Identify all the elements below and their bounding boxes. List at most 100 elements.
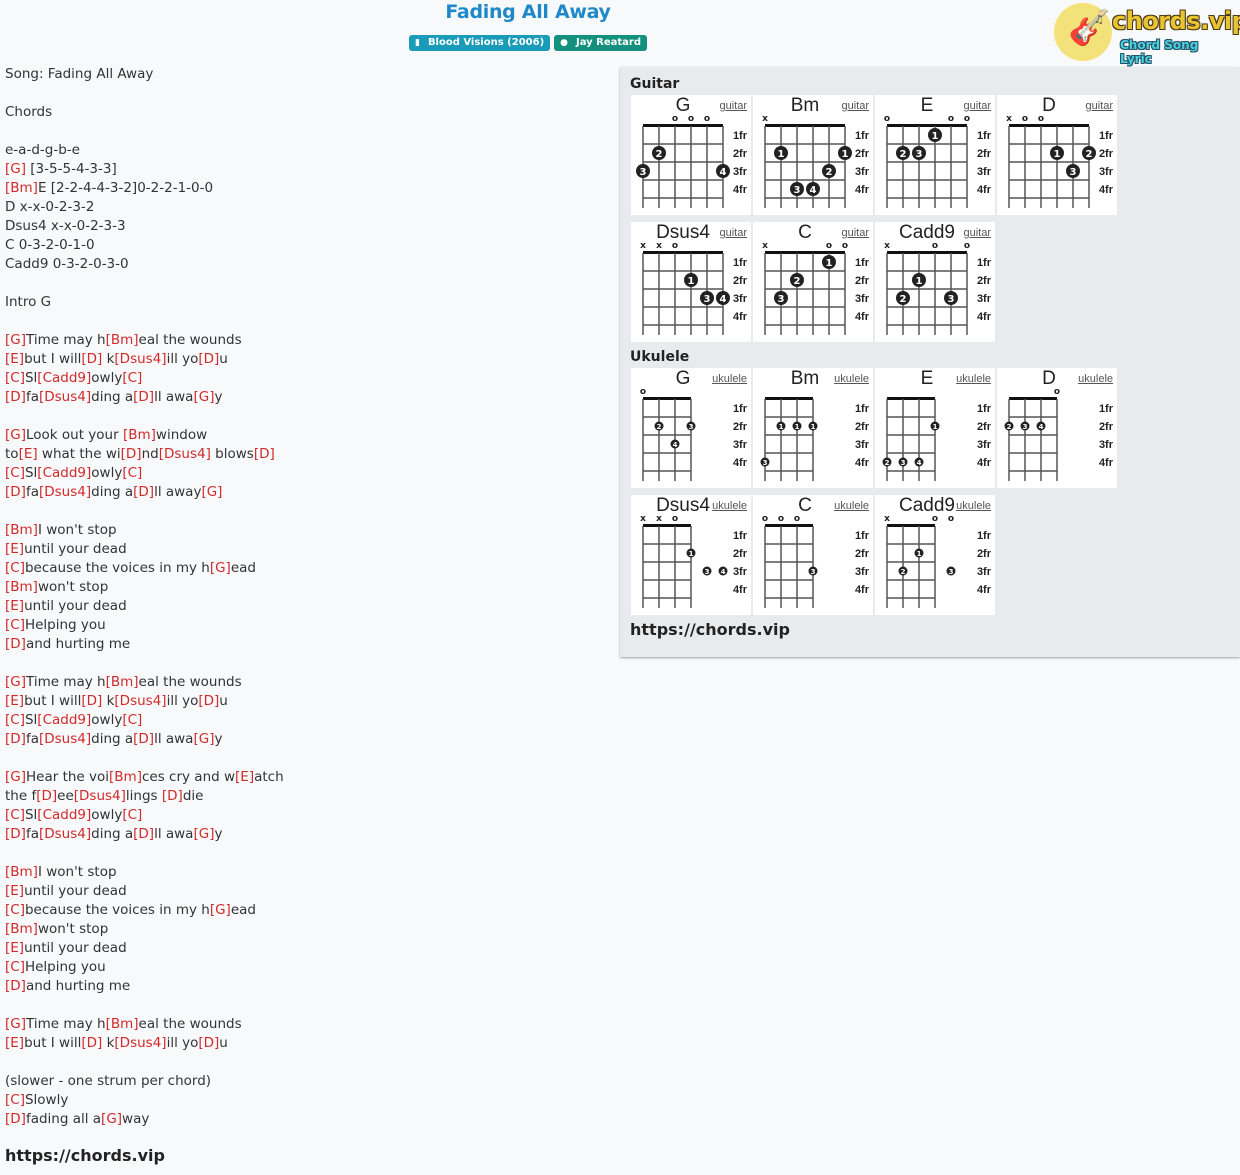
chord-link[interactable]: [G] <box>193 389 214 405</box>
panel-site-link[interactable]: https://chords.vip <box>630 620 790 639</box>
chord-link[interactable]: [D] <box>198 351 219 367</box>
chord-diagram-guitar[interactable]: Dsus4 guitar 1fr 2fr 3fr 4fr x x o 1 3 4 <box>631 222 751 342</box>
chord-link[interactable]: [E] <box>5 1035 24 1051</box>
chord-diagram-guitar[interactable]: Cguitar 1fr 2fr 3fr 4fr x o o 1 2 3 <box>753 222 873 342</box>
chord-diagram-guitar[interactable]: Gguitar 1fr 2fr 3fr 4fr o o o 3 2 4 <box>631 95 751 215</box>
chord-link[interactable]: [G] <box>210 902 231 918</box>
chord-link[interactable]: [D] <box>5 389 26 405</box>
chord-link[interactable]: [D] <box>5 1111 26 1127</box>
chord-link[interactable]: [C] <box>5 902 25 918</box>
chord-link[interactable]: [G] <box>210 560 231 576</box>
lyric-text: Sl <box>24 712 38 728</box>
chord-link[interactable]: [E] <box>5 541 24 557</box>
chord-link[interactable]: [Cadd9] <box>37 807 91 823</box>
chord-link[interactable]: [D] <box>162 788 183 804</box>
chord-link[interactable]: [E] <box>5 883 24 899</box>
chord-diagram-ukulele[interactable]: Eukulele 1fr 2fr 3fr 4fr 1 2 3 4 <box>875 368 995 488</box>
site-logo[interactable]: 🎸 ♫ chords.vip Chord Song Lyric <box>1054 3 1240 66</box>
chord-link[interactable]: [C] <box>5 712 25 728</box>
chord-link[interactable]: [D] <box>36 788 57 804</box>
open-string-marker: o <box>932 514 938 524</box>
chord-link[interactable]: [Bm] <box>106 332 139 348</box>
chord-link[interactable]: [E] <box>5 351 24 367</box>
chord-link[interactable]: [D] <box>5 826 26 842</box>
chord-link[interactable]: [D] <box>133 731 154 747</box>
chord-link[interactable]: [D] <box>198 1035 219 1051</box>
chord-link[interactable]: [C] <box>5 370 25 386</box>
chord-link[interactable]: [D] <box>5 731 26 747</box>
chord-diagram-ukulele[interactable]: Dukulele 1fr 2fr 3fr 4fr o 2 3 4 <box>997 368 1117 488</box>
chord-link[interactable]: [D] <box>5 636 26 652</box>
chord-link[interactable]: [Dsus4] <box>39 731 91 747</box>
chord-link[interactable]: [E] <box>5 693 24 709</box>
chord-link[interactable]: [E] <box>5 598 24 614</box>
chord-link[interactable]: [G] <box>5 769 26 785</box>
chord-link[interactable]: [G] <box>193 731 214 747</box>
chord-link[interactable]: [D] <box>81 1035 102 1051</box>
chord-link[interactable]: [Dsus4] <box>39 484 91 500</box>
chord-link[interactable]: [D] <box>133 484 154 500</box>
chord-link[interactable]: [C] <box>5 617 25 633</box>
chord-link[interactable]: [D] <box>133 826 154 842</box>
chord-link[interactable]: [C] <box>5 807 25 823</box>
album-badge[interactable]: ▮ Blood Visions (2006) <box>408 35 551 51</box>
footer-site-link[interactable]: https://chords.vip <box>5 1146 165 1165</box>
chord-link[interactable]: [C] <box>5 959 25 975</box>
chord-link[interactable]: [C] <box>5 560 25 576</box>
chord-link[interactable]: [Cadd9] <box>37 712 91 728</box>
chord-diagram-ukulele[interactable]: Bm ukulele 1fr 2fr 3fr 4fr 1 1 1 3 <box>753 368 873 488</box>
chord-link[interactable]: [Dsus4] <box>114 351 166 367</box>
chord-diagram-guitar[interactable]: Cadd9 guitar 1fr 2fr 3fr 4fr x o o 1 2 3 <box>875 222 995 342</box>
chord-link[interactable]: [G] <box>193 826 214 842</box>
chord-link[interactable]: [Bm] <box>109 769 142 785</box>
chord-link[interactable]: [Bm] <box>106 674 139 690</box>
chord-link[interactable]: [Dsus4] <box>74 788 126 804</box>
chord-diagram-guitar[interactable]: Eguitar 1fr 2fr 3fr 4fr o o o 1 2 3 <box>875 95 995 215</box>
chord-link[interactable]: [C] <box>5 465 25 481</box>
chord-diagram-ukulele[interactable]: Cadd9 ukulele 1fr 2fr 3fr 4fr x o o 1 2 3 <box>875 495 995 615</box>
chord-link[interactable]: [G] <box>5 427 26 443</box>
artist-badge[interactable]: ● Jay Reatard <box>554 35 648 51</box>
chord-link[interactable]: [Bm] <box>5 864 38 880</box>
chord-link[interactable]: [Dsus4] <box>39 389 91 405</box>
chord-link[interactable]: [G] <box>101 1111 122 1127</box>
chord-link[interactable]: [G] <box>5 1016 26 1032</box>
chord-diagram-ukulele[interactable]: Gukulele 1fr 2fr 3fr 4fr o 2 3 4 <box>631 368 751 488</box>
chord-link[interactable]: [C] <box>122 712 142 728</box>
chord-link[interactable]: [Dsus4] <box>39 826 91 842</box>
chord-link[interactable]: [G] <box>201 484 222 500</box>
chord-link[interactable]: [C] <box>122 807 142 823</box>
chord-link[interactable]: [E] <box>19 446 38 462</box>
chord-link[interactable]: [Bm] <box>5 921 38 937</box>
chord-link[interactable]: [D] <box>198 693 219 709</box>
chord-link[interactable]: [D] <box>81 351 102 367</box>
chord-link[interactable]: [D] <box>254 446 275 462</box>
chord-link[interactable]: [C] <box>122 370 142 386</box>
chord-diagram-guitar[interactable]: Bm guitar 1fr 2fr 3fr 4fr x 1 1 2 3 4 <box>753 95 873 215</box>
chord-link[interactable]: [Dsus4] <box>114 693 166 709</box>
chord-link[interactable]: [C] <box>122 465 142 481</box>
chord-link[interactable]: [G] <box>5 161 26 177</box>
chord-link[interactable]: [Bm] <box>5 180 38 196</box>
chord-diagram-guitar[interactable]: Dguitar 1fr 2fr 3fr 4fr x o o 1 2 3 <box>997 95 1117 215</box>
chord-link[interactable]: [D] <box>133 389 154 405</box>
chord-link[interactable]: [Dsus4] <box>159 446 211 462</box>
chord-link[interactable]: [E] <box>235 769 254 785</box>
chord-link[interactable]: [G] <box>5 332 26 348</box>
chord-link[interactable]: [Bm] <box>106 1016 139 1032</box>
chord-diagram-ukulele[interactable]: Cukulele 1fr 2fr 3fr 4fr o o o 3 <box>753 495 873 615</box>
chord-link[interactable]: [Bm] <box>5 579 38 595</box>
chord-link[interactable]: [D] <box>5 484 26 500</box>
chord-link[interactable]: [D] <box>5 978 26 994</box>
chord-link[interactable]: [Bm] <box>5 522 38 538</box>
chord-diagram-ukulele[interactable]: Dsus4 ukulele 1fr 2fr 3fr 4fr x x o 1 3 4 <box>631 495 751 615</box>
chord-link[interactable]: [D] <box>81 693 102 709</box>
chord-link[interactable]: [E] <box>5 940 24 956</box>
chord-link[interactable]: [Bm] <box>123 427 156 443</box>
chord-link[interactable]: [Cadd9] <box>37 465 91 481</box>
chord-link[interactable]: [G] <box>5 674 26 690</box>
chord-link[interactable]: [D] <box>121 446 142 462</box>
chord-link[interactable]: [C] <box>5 1092 25 1108</box>
chord-link[interactable]: [Dsus4] <box>114 1035 166 1051</box>
chord-link[interactable]: [Cadd9] <box>37 370 91 386</box>
